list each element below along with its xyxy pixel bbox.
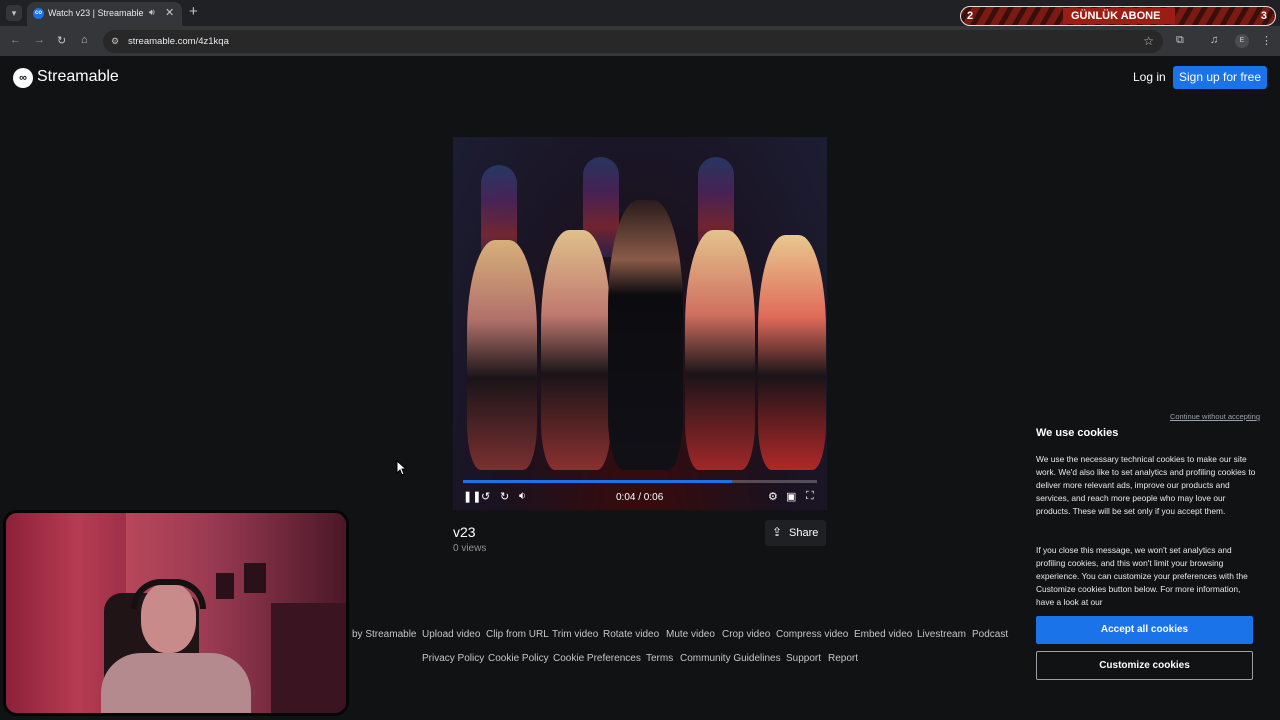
profile-avatar[interactable]: E (1235, 34, 1249, 48)
pause-icon[interactable]: ❚❚ (463, 490, 481, 503)
site-info-icon[interactable]: ⚙ (111, 36, 119, 47)
forward-skip-icon[interactable]: ↻ (500, 490, 509, 503)
fullscreen-icon[interactable]: ⛶ (806, 490, 814, 503)
volume-icon[interactable]: 🔉︎ (519, 490, 526, 503)
media-controls-icon[interactable]: ♫ (1210, 34, 1218, 46)
footer-link[interactable]: Embed video (854, 629, 912, 640)
video-figure (608, 200, 683, 470)
view-count: 0 views (453, 543, 487, 554)
logo-text: Streamable (37, 68, 119, 85)
tab-title: Watch v23 | Streamable (48, 8, 144, 18)
tab-search-icon[interactable]: ▾ (6, 5, 22, 21)
cookie-description: We use the necessary technical cookies t… (1036, 454, 1256, 516)
customize-cookies-button[interactable]: Customize cookies (1036, 651, 1253, 680)
footer-link[interactable]: Crop video (722, 629, 770, 640)
webcam-overlay (3, 510, 349, 716)
footer-link[interactable]: Mute video (666, 629, 715, 640)
footer-link[interactable]: Clip from URL (486, 629, 549, 640)
footer-link[interactable]: Compress video (776, 629, 848, 640)
bookmark-star-icon[interactable]: ☆ (1143, 34, 1154, 48)
share-label: Share (789, 527, 819, 539)
footer-link[interactable]: Trim video (552, 629, 598, 640)
reload-icon[interactable]: ↻ (57, 34, 66, 47)
webcam-wall-poster (216, 573, 234, 599)
video-figure (758, 235, 826, 470)
video-title: v23 (453, 524, 476, 540)
video-progress-bar[interactable] (463, 480, 817, 483)
extensions-icon[interactable]: ⧉ (1176, 34, 1184, 47)
overlay-title: GÜNLÜK ABONE (1071, 10, 1161, 22)
video-figure (467, 240, 537, 470)
rewind-icon[interactable]: ↺ (481, 490, 490, 503)
continue-without-accepting-link[interactable]: Continue without accepting (1170, 412, 1260, 421)
browser-toolbar: ← → ↻ ⌂ ⚙ streamable.com/4z1kqa ☆ ⧉ ♫ E … (0, 26, 1280, 56)
close-tab-icon[interactable]: ✕ (165, 6, 174, 19)
new-tab-icon[interactable]: + (189, 3, 198, 20)
cookie-consent-panel: Continue without accepting We use cookie… (1024, 406, 1268, 696)
footer-link[interactable]: Terms (646, 653, 673, 664)
home-icon[interactable]: ⌂ (81, 34, 88, 46)
video-progress-fill (463, 480, 733, 483)
footer-link[interactable]: Cookie Preferences (553, 653, 641, 664)
share-icon: ⇪ (772, 525, 783, 539)
browser-tab[interactable]: co Watch v23 | Streamable 🔊︎ ✕ (27, 2, 182, 26)
webcam-person-body (101, 653, 251, 713)
webcam-wall-poster (244, 563, 266, 593)
stream-overlay-banner: 2 GÜNLÜK ABONE 3 (960, 6, 1276, 26)
footer-link[interactable]: Cookie Policy (488, 653, 549, 664)
footer-link[interactable]: Upload video (422, 629, 480, 640)
footer-link[interactable]: Privacy Policy (422, 653, 484, 664)
address-bar[interactable]: ⚙ streamable.com/4z1kqa ☆ (103, 30, 1163, 53)
share-button[interactable]: ⇪ Share (765, 520, 826, 546)
video-player[interactable]: ❚❚ ↺ ↻ 🔉︎ 0:04 / 0:06 ⚙ ▣ ⛶ (453, 137, 827, 510)
video-time: 0:04 / 0:06 (616, 492, 664, 503)
cookie-title: We use cookies (1036, 427, 1119, 439)
settings-icon[interactable]: ⚙ (768, 490, 778, 503)
webcam-shelf (271, 603, 346, 713)
back-icon[interactable]: ← (10, 34, 21, 46)
audio-playing-icon[interactable]: 🔊︎ (149, 7, 155, 18)
forward-icon[interactable]: → (34, 34, 45, 46)
tab-favicon-icon: co (33, 8, 44, 19)
footer-link[interactable]: Support (786, 653, 821, 664)
video-figure (685, 230, 755, 470)
cookie-description-secondary: If you close this message, we won't set … (1036, 545, 1248, 607)
overlay-left-number: 2 (967, 10, 974, 22)
login-link[interactable]: Log in (1133, 70, 1166, 84)
streamable-logo-icon: ∞ (13, 68, 33, 88)
footer-link[interactable]: by Streamable (352, 629, 416, 640)
footer-link[interactable]: Podcast (972, 629, 1008, 640)
video-figure (541, 230, 611, 470)
footer-link[interactable]: Rotate video (603, 629, 659, 640)
headset-icon (131, 579, 206, 609)
footer-link[interactable]: Livestream (917, 629, 966, 640)
picture-in-picture-icon[interactable]: ▣ (786, 490, 796, 503)
overlay-right-number: 3 (1260, 10, 1267, 22)
footer-link[interactable]: Community Guidelines (680, 653, 781, 664)
footer-link[interactable]: Report (828, 653, 858, 664)
signup-button[interactable]: Sign up for free (1173, 66, 1267, 89)
menu-kebab-icon[interactable]: ⋮ (1261, 34, 1272, 47)
accept-all-cookies-button[interactable]: Accept all cookies (1036, 616, 1253, 644)
url-text[interactable]: streamable.com/4z1kqa (128, 36, 229, 47)
